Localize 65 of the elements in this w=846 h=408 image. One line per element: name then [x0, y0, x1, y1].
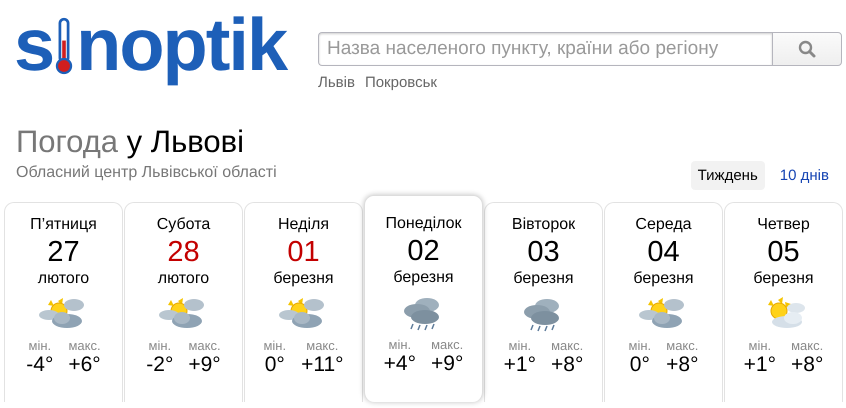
city-link[interactable]: Покровськ	[364, 74, 437, 91]
max-temperature: +8°	[791, 353, 824, 378]
day-card[interactable]: Вівторок 03 березня мін. +1° макс. +8°	[484, 202, 603, 402]
page-heading: Погода у Львові	[16, 123, 245, 160]
city-link[interactable]: Львів	[318, 74, 355, 91]
max-temperature: +8°	[666, 353, 698, 378]
day-date: 04	[647, 235, 680, 270]
month: березня	[273, 270, 334, 288]
month: березня	[513, 270, 574, 288]
min-temperature: -4°	[26, 353, 54, 378]
subtitle: Обласний центр Львівської області	[16, 164, 277, 182]
max-temperature: +6°	[68, 353, 101, 378]
day-date: 28	[167, 235, 200, 270]
max-label: макс.	[791, 338, 824, 354]
min-label: мін.	[263, 338, 286, 354]
min-label: мін.	[388, 337, 412, 352]
min-temperature: -2°	[146, 353, 174, 378]
day-card[interactable]: Середа 04 березня мін. 0° макс. +8°	[604, 202, 723, 402]
day-card[interactable]: П’ятниця 27 лютого мін. -4° макс. +6°	[4, 202, 123, 402]
weekday: Вівторок	[512, 216, 576, 234]
max-temperature: +8°	[551, 353, 584, 378]
day-date: 05	[767, 235, 800, 270]
min-label: мін.	[748, 338, 772, 354]
day-card[interactable]: Неділя 01 березня мін. 0° макс. +11°	[244, 202, 363, 402]
month: березня	[753, 270, 814, 288]
day-date: 03	[527, 235, 560, 270]
max-label: макс.	[551, 338, 584, 354]
day-card[interactable]: Понеділок 02 березня мін. +4° макс. +9°	[364, 195, 483, 402]
day-date: 01	[287, 235, 320, 270]
weekday: П’ятниця	[30, 216, 97, 234]
weekday: Середа	[635, 216, 692, 234]
min-temperature: 0°	[264, 353, 285, 378]
month: лютого	[158, 270, 210, 288]
min-temperature: +1°	[504, 353, 536, 378]
day-date: 27	[47, 235, 80, 270]
max-label: макс.	[68, 338, 101, 354]
weekday: Субота	[156, 216, 210, 234]
min-label: мін.	[628, 338, 652, 354]
month: лютого	[38, 270, 90, 288]
max-label: макс.	[666, 338, 698, 354]
range-tab[interactable]: 10 днів	[772, 161, 836, 190]
max-temperature: +9°	[431, 352, 464, 376]
max-label: макс.	[188, 338, 221, 354]
min-temperature: +1°	[744, 353, 776, 378]
search-button[interactable]	[772, 32, 842, 66]
min-temperature: 0°	[630, 353, 650, 378]
min-label: мін.	[148, 338, 172, 354]
range-tab[interactable]: Тиждень	[690, 161, 765, 190]
day-card[interactable]: Субота 28 лютого мін. -2° макс. +9°	[124, 202, 243, 402]
month: березня	[633, 270, 694, 288]
weekday: Неділя	[278, 216, 329, 234]
search-icon	[798, 40, 816, 58]
day-card[interactable]: Четвер 05 березня мін. +1° макс. +8°	[724, 202, 843, 402]
max-label: макс.	[431, 337, 464, 352]
min-label: мін.	[28, 338, 52, 354]
weekday: Четвер	[757, 216, 810, 234]
day-date: 02	[407, 234, 440, 270]
month: березня	[393, 269, 454, 288]
min-temperature: +4°	[384, 352, 416, 376]
max-temperature: +9°	[188, 353, 221, 378]
weekday: Понеділок	[385, 215, 462, 234]
search-field[interactable]: Назва населеного пункту, країни або регіону	[318, 32, 772, 66]
min-label: мін.	[508, 338, 532, 354]
max-label: макс.	[306, 338, 338, 354]
max-temperature: +11°	[301, 353, 344, 378]
